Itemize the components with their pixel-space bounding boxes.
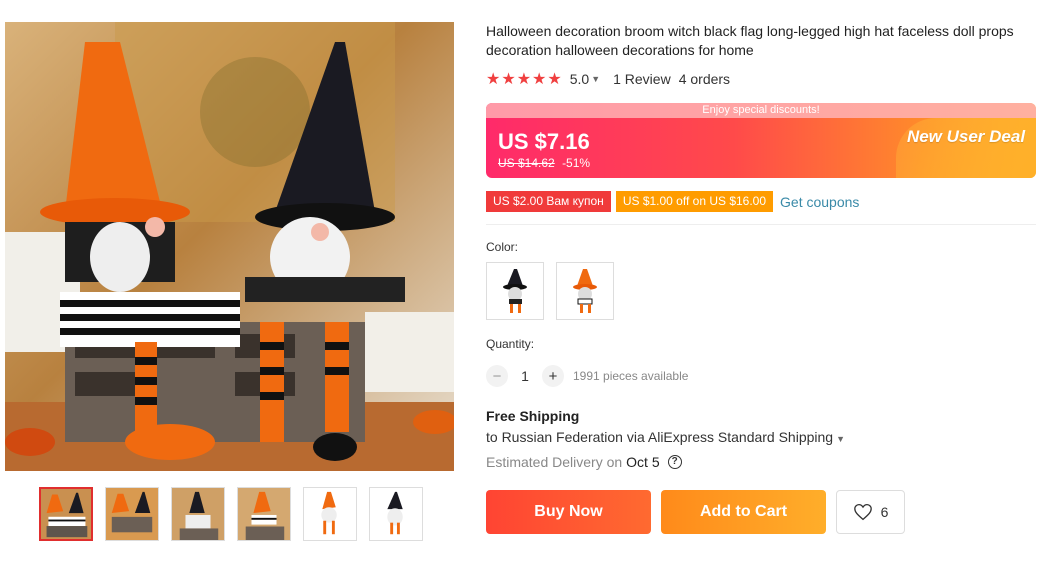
black-hat-gnome-icon <box>503 269 527 313</box>
orders-count: 4 orders <box>678 71 731 87</box>
thumbnail-strip <box>39 487 423 541</box>
action-buttons: Buy Now Add to Cart 6 <box>486 490 1038 534</box>
thumbnail-5[interactable] <box>303 487 357 541</box>
current-price: US $7.16 <box>498 129 590 154</box>
quantity-value[interactable]: 1 <box>508 368 542 384</box>
coupon-badge-1[interactable]: US $2.00 Вам купон <box>486 191 611 212</box>
new-user-deal-badge: New User Deal <box>896 118 1036 178</box>
quantity-stepper: − 1 + 1991 pieces available <box>486 365 1038 387</box>
divider <box>486 224 1036 225</box>
price-panel: Enjoy special discounts! US $7.16 US $14… <box>486 103 1036 178</box>
review-count-link[interactable]: 1 Review <box>613 71 671 87</box>
shipping-route-text: to Russian Federation via AliExpress Sta… <box>486 429 834 445</box>
thumbnail-6[interactable] <box>369 487 423 541</box>
discount-banner: Enjoy special discounts! <box>486 103 1036 118</box>
thumbnail-4[interactable] <box>237 487 291 541</box>
coupon-row: US $2.00 Вам купон US $1.00 off on US $1… <box>486 191 1038 212</box>
star-rating-icons: ★★★★★ <box>486 71 563 88</box>
shipping-route[interactable]: to Russian Federation via AliExpress Sta… <box>486 429 1038 445</box>
orange-hat-gnome-icon <box>573 269 597 313</box>
product-info-panel: Halloween decoration broom witch black f… <box>486 22 1038 534</box>
rating-value[interactable]: 5.0 <box>570 71 589 87</box>
deal-label: New User Deal <box>906 127 1026 146</box>
product-title: Halloween decoration broom witch black f… <box>486 23 1014 58</box>
add-to-cart-button[interactable]: Add to Cart <box>661 490 826 534</box>
thumbnail-3[interactable] <box>171 487 225 541</box>
increase-quantity-button[interactable]: + <box>542 365 564 387</box>
available-stock: 1991 pieces available <box>573 369 689 383</box>
color-swatches <box>486 262 1038 320</box>
coupon-badge-2[interactable]: US $1.00 off on US $16.00 <box>615 191 774 212</box>
decrease-quantity-button[interactable]: − <box>486 365 508 387</box>
thumbnail-1[interactable] <box>39 487 93 541</box>
thumbnail-2[interactable] <box>105 487 159 541</box>
delivery-prefix: Estimated Delivery on <box>486 454 623 470</box>
color-label: Color: <box>486 240 519 254</box>
chevron-down-icon[interactable]: ▼ <box>836 434 845 444</box>
quantity-label: Quantity: <box>486 337 535 351</box>
buy-now-button[interactable]: Buy Now <box>486 490 651 534</box>
original-price: US $14.62 <box>498 156 555 170</box>
shipping-title: Free Shipping <box>486 408 580 424</box>
get-coupons-link[interactable]: Get coupons <box>780 194 859 210</box>
chevron-down-icon[interactable]: ▼ <box>591 74 600 84</box>
estimated-delivery: Estimated Delivery on Oct 5 ? <box>486 454 1038 470</box>
discount-percent: -51% <box>562 156 591 170</box>
help-icon[interactable]: ? <box>667 455 682 469</box>
heart-icon <box>853 503 872 521</box>
product-main-image[interactable] <box>5 22 454 471</box>
gnome-witch-photo <box>5 22 454 471</box>
wishlist-count: 6 <box>880 504 889 520</box>
rating-row: ★★★★★ 5.0 ▼ 1 Review 4 orders <box>486 69 1038 89</box>
color-option-orange-hat[interactable] <box>556 262 614 320</box>
original-price-row: US $14.62 -51% <box>498 156 590 170</box>
wishlist-button[interactable]: 6 <box>836 490 905 534</box>
color-option-black-hat[interactable] <box>486 262 544 320</box>
delivery-date: Oct 5 <box>626 454 660 470</box>
